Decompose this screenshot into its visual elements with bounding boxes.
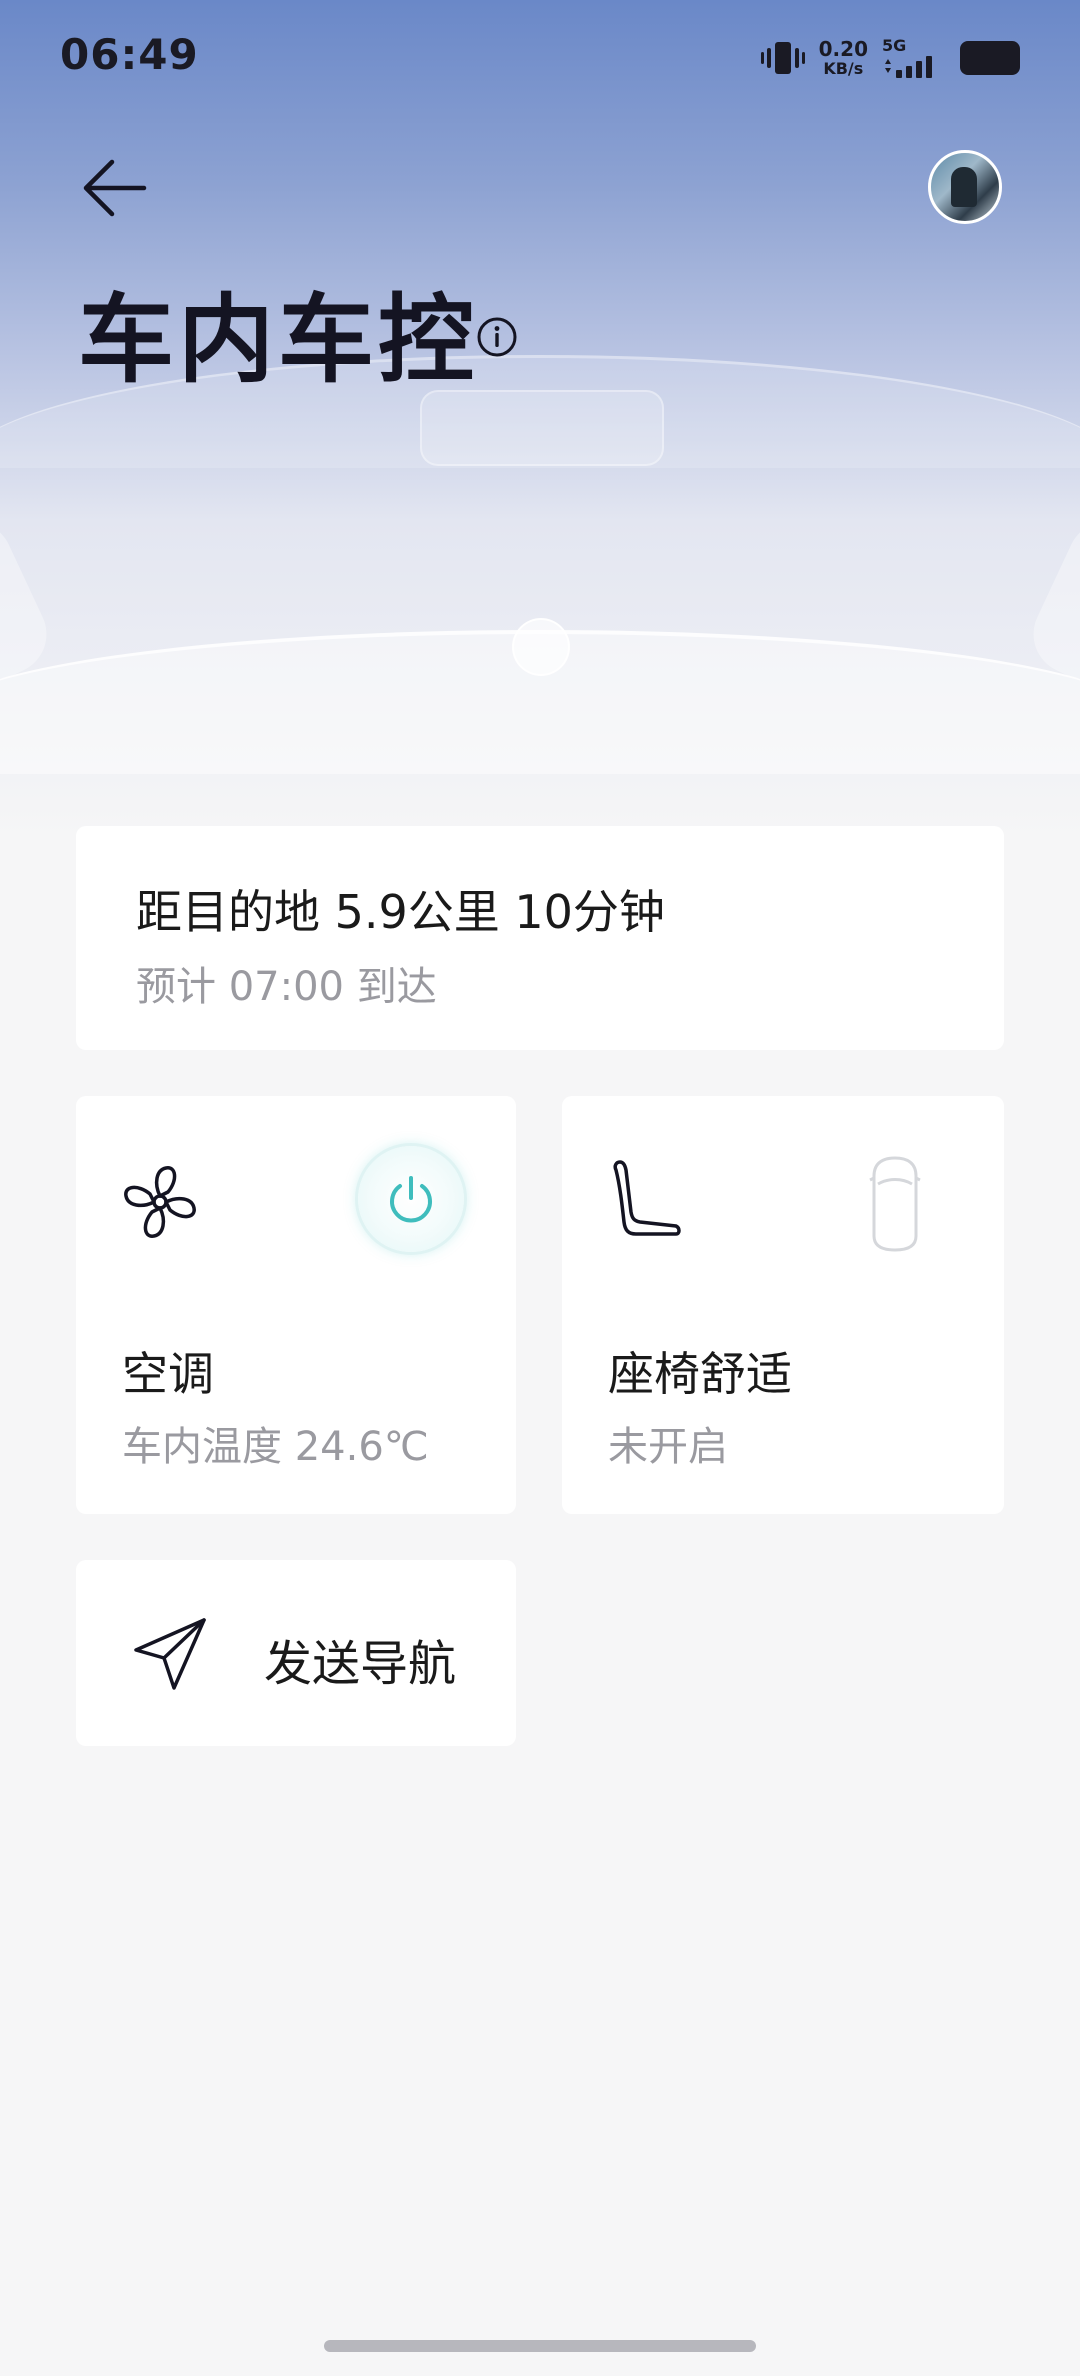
seat-comfort-card[interactable]: 座椅舒适 未开启 (562, 1096, 1004, 1514)
signal-icon (885, 56, 932, 78)
arrow-left-icon[interactable] (78, 150, 154, 226)
battery-icon (960, 41, 1020, 75)
ac-card[interactable]: 空调 车内温度 24.6℃ (76, 1096, 516, 1514)
car-pillar-right (1020, 508, 1080, 692)
vibrate-icon (760, 42, 805, 74)
home-indicator[interactable] (324, 2340, 756, 2352)
info-icon[interactable] (476, 316, 518, 358)
status-icons: 0.20 KB/s 5G (760, 38, 1020, 78)
network-speed: 0.20 KB/s (819, 39, 868, 77)
send-navigation-card[interactable]: 发送导航 (76, 1560, 516, 1746)
user-avatar[interactable] (928, 150, 1002, 224)
car-pillar-left (0, 508, 60, 692)
rearview-mirror-silhouette (420, 390, 664, 466)
avatar-figure (951, 167, 977, 207)
power-icon (390, 1176, 432, 1223)
car-top-icon[interactable] (864, 1154, 926, 1254)
seat-comfort-status: 未开启 (608, 1424, 728, 1470)
status-time: 06:49 (60, 30, 199, 79)
estimated-arrival: 预计 07:00 到达 (136, 964, 437, 1010)
fan-icon (124, 1166, 196, 1238)
seat-icon (613, 1160, 681, 1236)
network-type: 5G (882, 36, 907, 55)
dashboard-knob (512, 618, 570, 676)
network-speed-value: 0.20 (818, 37, 868, 61)
ac-power-button[interactable] (358, 1146, 464, 1252)
ac-label: 空调 (122, 1347, 214, 1401)
hero-background (0, 0, 1080, 840)
destination-card[interactable]: 距目的地 5.9公里 10分钟 预计 07:00 到达 (76, 826, 1004, 1050)
page-title: 车内车控 (78, 284, 478, 396)
status-bar: 06:49 0.20 KB/s 5G (0, 0, 1080, 120)
ac-status: 车内温度 24.6℃ (122, 1424, 429, 1470)
seat-comfort-label: 座椅舒适 (608, 1347, 792, 1401)
destination-distance-time: 距目的地 5.9公里 10分钟 (136, 885, 665, 939)
signal-group: 5G (882, 38, 938, 78)
network-speed-unit: KB/s (823, 59, 864, 78)
send-navigation-icon (134, 1618, 206, 1690)
send-navigation-label: 发送导航 (264, 1636, 457, 1692)
